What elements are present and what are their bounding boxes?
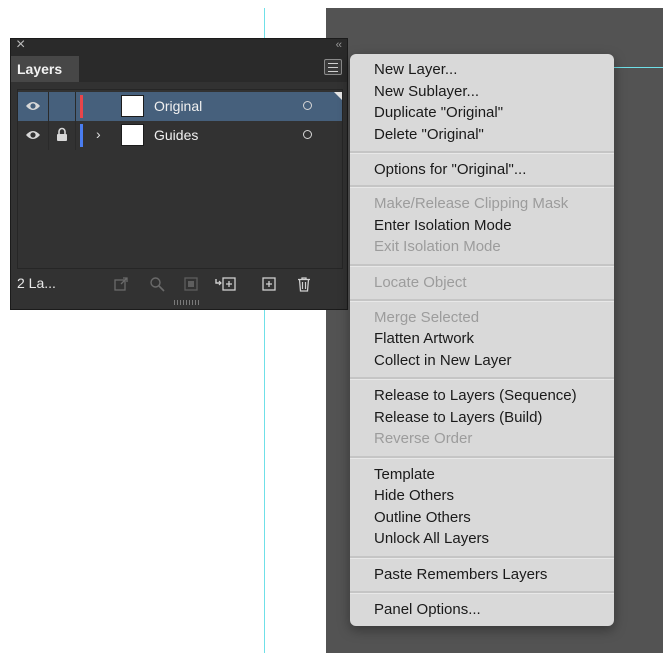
layer-row-guides[interactable]: › Guides — [18, 121, 342, 150]
menu-item-release-to-layers-sequence[interactable]: Release to Layers (Sequence) — [374, 386, 577, 406]
layers-panel-flyout-menu: New Layer... New Sublayer... Duplicate "… — [350, 54, 614, 626]
visibility-eye-icon[interactable] — [25, 129, 41, 141]
clipping-mask-icon[interactable] — [183, 276, 199, 292]
horizontal-guide-line[interactable] — [612, 67, 663, 68]
layers-list: Original › Guides — [17, 89, 343, 269]
trash-icon[interactable] — [296, 276, 312, 292]
create-sublayer-icon[interactable] — [214, 276, 236, 292]
menu-item-options[interactable]: Options for "Original"... — [374, 160, 526, 180]
layer-count-label: 2 La... — [17, 275, 56, 291]
menu-separator — [350, 591, 614, 594]
collapse-panel-icon[interactable]: ‹‹ — [336, 39, 342, 51]
layer-color-bar — [80, 124, 83, 147]
layer-color-bar — [80, 95, 83, 118]
menu-separator — [350, 377, 614, 380]
lock-icon[interactable] — [56, 127, 68, 142]
collect-for-export-icon[interactable] — [113, 276, 129, 292]
layer-thumbnail — [121, 124, 144, 146]
menu-item-make-release-clipping-mask: Make/Release Clipping Mask — [374, 195, 569, 212]
menu-separator — [350, 264, 614, 267]
menu-item-unlock-all-layers[interactable]: Unlock All Layers — [374, 529, 489, 549]
selected-art-indicator — [334, 92, 342, 100]
locate-object-search-icon[interactable] — [149, 276, 165, 292]
new-layer-icon[interactable] — [261, 276, 277, 292]
panel-title-strip: × ‹‹ — [11, 36, 347, 56]
menu-separator — [350, 456, 614, 459]
target-circle-icon[interactable] — [303, 101, 312, 110]
menu-separator — [350, 299, 614, 302]
menu-item-hide-others[interactable]: Hide Others — [374, 486, 454, 506]
menu-item-delete[interactable]: Delete "Original" — [374, 125, 484, 145]
menu-item-template[interactable]: Template — [374, 465, 435, 485]
panel-footer: 2 La... — [11, 271, 347, 297]
visibility-eye-icon[interactable] — [25, 100, 41, 112]
close-icon[interactable]: × — [16, 36, 25, 54]
menu-item-merge-selected: Merge Selected — [374, 309, 480, 326]
menu-separator — [350, 556, 614, 559]
resize-grip[interactable] — [174, 300, 200, 305]
target-circle-icon[interactable] — [303, 130, 312, 139]
chevron-right-icon[interactable]: › — [96, 126, 101, 142]
panel-tab-bar: Layers — [11, 56, 347, 82]
menu-item-locate-object: Locate Object — [374, 274, 467, 291]
menu-item-flatten-artwork[interactable]: Flatten Artwork — [374, 329, 474, 349]
menu-separator — [350, 151, 614, 154]
panel-menu-button[interactable] — [324, 59, 342, 75]
menu-item-new-sublayer[interactable]: New Sublayer... — [374, 82, 479, 102]
layer-thumbnail — [121, 95, 144, 117]
layer-name[interactable]: Guides — [154, 127, 198, 143]
menu-item-exit-isolation-mode: Exit Isolation Mode — [374, 238, 501, 255]
menu-item-new-layer[interactable]: New Layer... — [374, 60, 457, 80]
layers-panel: × ‹‹ Layers Original › Guides 2 La... — [10, 36, 348, 310]
tab-layers[interactable]: Layers — [11, 56, 79, 82]
menu-item-paste-remembers-layers[interactable]: Paste Remembers Layers — [374, 565, 547, 585]
menu-item-panel-options[interactable]: Panel Options... — [374, 600, 481, 620]
menu-item-collect-in-new-layer[interactable]: Collect in New Layer — [374, 351, 512, 371]
layer-name[interactable]: Original — [154, 98, 202, 114]
menu-item-duplicate[interactable]: Duplicate "Original" — [374, 103, 503, 123]
menu-item-enter-isolation-mode[interactable]: Enter Isolation Mode — [374, 216, 512, 236]
menu-item-outline-others[interactable]: Outline Others — [374, 508, 471, 528]
menu-item-reverse-order: Reverse Order — [374, 430, 473, 447]
menu-item-release-to-layers-build[interactable]: Release to Layers (Build) — [374, 408, 542, 428]
menu-separator — [350, 185, 614, 188]
layer-row-original[interactable]: Original — [18, 92, 342, 121]
